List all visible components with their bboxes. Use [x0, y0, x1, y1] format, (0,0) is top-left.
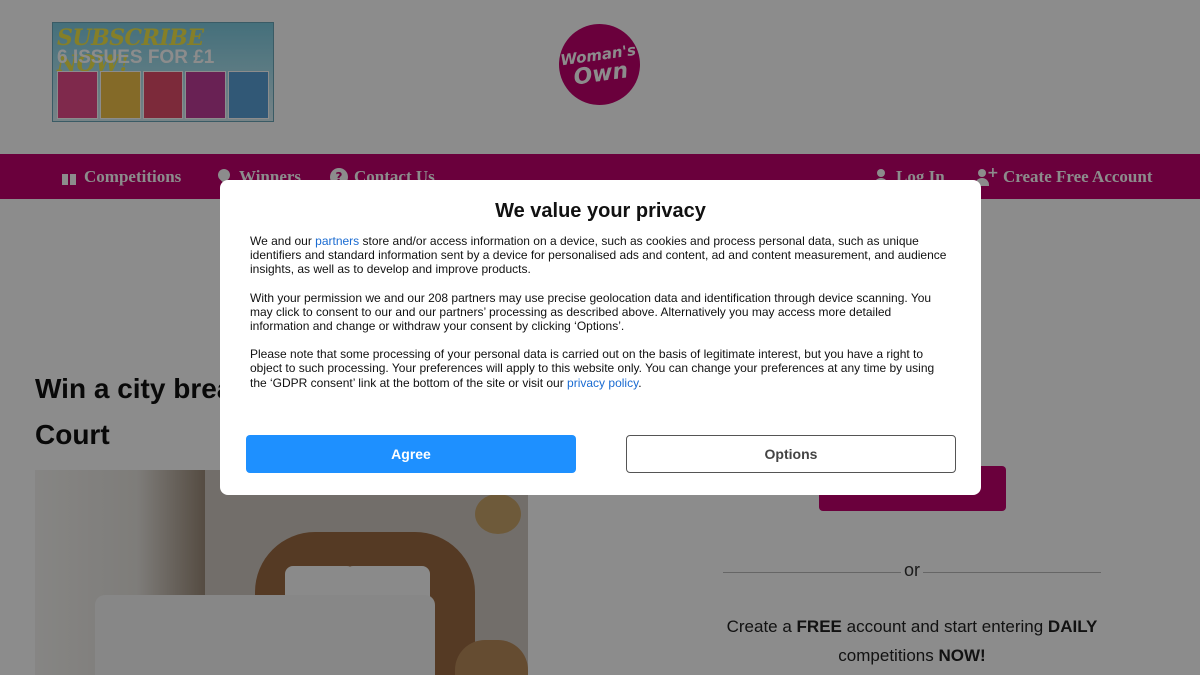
consent-paragraph-1: We and our partners store and/or access … [250, 234, 952, 277]
dialog-body: We and our partners store and/or access … [250, 234, 952, 404]
consent-paragraph-3: Please note that some processing of your… [250, 347, 952, 390]
consent-text: . [638, 375, 642, 390]
consent-paragraph-2: With your permission we and our 208 part… [250, 290, 932, 334]
agree-button[interactable]: Agree [246, 435, 576, 473]
privacy-policy-link[interactable]: privacy policy [567, 376, 638, 390]
partners-link[interactable]: partners [315, 234, 359, 248]
dialog-title: We value your privacy [495, 200, 706, 222]
options-button[interactable]: Options [626, 435, 956, 473]
privacy-consent-dialog: We value your privacy We and our partner… [220, 180, 981, 495]
consent-text: We and our [250, 234, 316, 248]
